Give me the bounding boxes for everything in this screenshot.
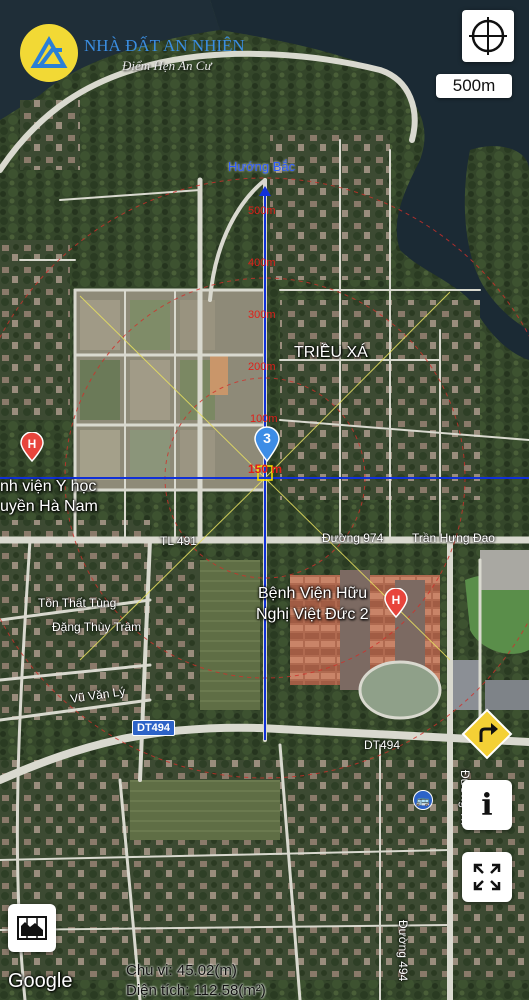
hospital-marker-right: H — [384, 588, 408, 618]
north-label: Hướng Bắc — [228, 159, 296, 174]
distance-mark-500: 500m — [248, 205, 276, 217]
road-dang-thuy-tram: Đặng Thùy Trâm — [52, 620, 142, 634]
svg-text:H: H — [392, 593, 401, 607]
location-pin[interactable]: 3 — [253, 426, 281, 462]
google-attribution: Google — [8, 970, 73, 992]
directions-button[interactable] — [461, 708, 513, 760]
info-button[interactable]: i — [462, 780, 512, 830]
locate-button[interactable] — [462, 10, 514, 62]
brand-tagline: Điểm Hẹn An Cư — [122, 58, 212, 73]
brand-logo-icon — [30, 35, 68, 68]
area-text: Diện tích: 112.58(m²) — [126, 982, 266, 999]
fullscreen-button[interactable] — [462, 852, 512, 902]
pin-number: 3 — [263, 430, 271, 446]
hospital-marker-left: H — [20, 432, 44, 462]
svg-text:H: H — [28, 437, 37, 451]
locate-icon — [469, 17, 507, 55]
distance-mark-400: 400m — [248, 257, 276, 269]
scale-label: 500m — [452, 76, 496, 95]
perimeter-text: Chu vi: 45.02(m) — [126, 962, 237, 979]
road-duong-494-vertical: Đường 494 — [396, 920, 410, 982]
bus-stop-icon: 🚌 — [413, 790, 433, 810]
distance-mark-100: 100m — [250, 413, 278, 425]
road-shield-dt494-left: DT494 — [132, 720, 176, 736]
hospital-left-line1: nh viện Y học — [0, 478, 97, 495]
road-tran-hung-dao: Trần Hưng Đạo — [412, 531, 495, 545]
directions-icon — [461, 708, 513, 760]
brand-name: NHÀ ĐẤT AN NHIÊN — [84, 36, 245, 55]
map-layers-icon — [17, 916, 47, 940]
hospital-right-line1: Bệnh Viện Hữu — [258, 585, 368, 602]
map-layers-button[interactable] — [8, 904, 56, 952]
road-dt494-right: DT494 — [364, 738, 401, 752]
place-trieu-xa: TRIỀU XÁ — [294, 344, 368, 361]
road-duong-974: Đường 974 — [322, 531, 384, 545]
hospital-right-line2: Nghị Việt Đức 2 — [256, 606, 369, 623]
hospital-left-line2: uyền Hà Nam — [0, 498, 98, 515]
distance-mark-200: 200m — [248, 361, 276, 373]
road-ton-that-tung: Tôn Thất Tùng — [38, 596, 117, 610]
distance-mark-150: 150 m — [248, 462, 283, 476]
info-icon: i — [481, 787, 493, 823]
brand-logo — [20, 24, 78, 82]
fullscreen-icon — [473, 863, 501, 891]
road-tl491: TL 491 — [160, 534, 197, 548]
distance-mark-300: 300m — [248, 309, 276, 321]
map-view[interactable]: NHÀ ĐẤT AN NHIÊN Điểm Hẹn An Cư 500m Hướ… — [0, 0, 529, 1000]
scale-bar: 500m — [436, 74, 512, 98]
